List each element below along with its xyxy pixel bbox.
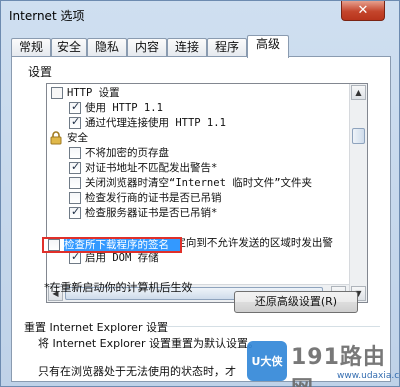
tab-connections[interactable]: 连接 (167, 38, 207, 57)
scroll-up-icon[interactable]: ▲ (351, 85, 366, 100)
checkbox[interactable] (69, 192, 81, 204)
watermark-url: www.udaxia.com (337, 371, 400, 381)
reset-note: 只有在浏览器处于无法使用的状态时，才 (38, 365, 236, 378)
tab-label: 常规 (18, 40, 43, 54)
watermark-logo: U大侠 (247, 341, 287, 381)
close-icon: ✕ (357, 3, 369, 18)
tab-security[interactable]: 安全 (51, 38, 87, 57)
list-item-label: 安全 (67, 132, 88, 144)
checkbox[interactable] (69, 100, 81, 114)
close-button[interactable]: ✕ (341, 1, 385, 21)
list-item-label: 关闭浏览器时清空“Internet 临时文件”文件夹 (85, 177, 313, 189)
group-icon (51, 87, 63, 99)
checkbox[interactable] (69, 205, 81, 219)
tab-programs[interactable]: 程序 (207, 38, 247, 57)
vertical-scrollbar[interactable]: ▲ ▼ (349, 84, 367, 302)
tab-label: 安全 (56, 40, 81, 54)
restart-note: *在重新启动你的计算机后生效 (44, 281, 193, 294)
title-bar: Internet 选项 ✕ (1, 1, 399, 31)
checkbox[interactable] (69, 115, 81, 129)
watermark: U大侠 191路由网 www.udaxia.com (247, 331, 400, 387)
list-item-label: 通过代理连接使用 HTTP 1.1 (85, 117, 226, 129)
checkbox[interactable] (69, 177, 81, 189)
tab-general[interactable]: 常规 (11, 38, 51, 57)
selected-item-label: 检查所下载程序的签名 (64, 239, 180, 251)
checkbox[interactable] (48, 239, 60, 251)
list-item-label: 使用 HTTP 1.1 (85, 102, 163, 114)
checkbox[interactable] (69, 147, 81, 159)
tab-label: 高级 (255, 37, 280, 51)
checkbox[interactable] (69, 250, 81, 264)
highlighted-setting[interactable]: 检查所下载程序的签名 (42, 237, 182, 253)
tab-label: 内容 (134, 40, 159, 54)
tab-strip: 常规 安全 隐私 内容 连接 程序 高级 (11, 35, 391, 58)
tab-advanced[interactable]: 高级 (247, 35, 289, 58)
tab-privacy[interactable]: 隐私 (87, 38, 127, 57)
list-item-label: 检查发行商的证书是否已吊销 (85, 192, 222, 204)
internet-options-window: Internet 选项 ✕ 常规 安全 隐私 内容 连接 程序 高级 设置 HT… (0, 0, 400, 387)
list-item-label: 对证书地址不匹配发出警告* (85, 162, 218, 174)
divider (166, 326, 380, 327)
tab-label: 程序 (214, 40, 239, 54)
list-item-label: HTTP 设置 (67, 87, 120, 99)
checkbox[interactable] (69, 160, 81, 174)
tab-label: 连接 (174, 40, 199, 54)
tab-content[interactable]: 内容 (127, 38, 167, 57)
list-item-label: 不将加密的页存盘 (85, 147, 169, 159)
button-label: 还原高级设置(R) (254, 295, 338, 308)
tab-label: 隐私 (94, 40, 119, 54)
list-item-label: 启用 DOM 存储 (85, 252, 159, 264)
settings-list-content: HTTP 设置 使用 HTTP 1.1 通过代理连接使用 HTTP 1.1 安全 (47, 84, 349, 302)
window-title: Internet 选项 (9, 9, 85, 23)
scroll-thumb[interactable] (352, 128, 365, 144)
restore-advanced-button[interactable]: 还原高级设置(R) (234, 291, 358, 313)
list-item-label: 检查服务器证书是否已吊销* (85, 207, 218, 219)
reset-description: 将 Internet Explorer 设置重置为默认设置。 (38, 337, 259, 350)
settings-label: 设置 (28, 65, 53, 79)
settings-list[interactable]: HTTP 设置 使用 HTTP 1.1 通过代理连接使用 HTTP 1.1 安全 (46, 83, 368, 303)
lock-icon (50, 131, 62, 145)
reset-title: 重置 Internet Explorer 设置 (24, 321, 168, 334)
